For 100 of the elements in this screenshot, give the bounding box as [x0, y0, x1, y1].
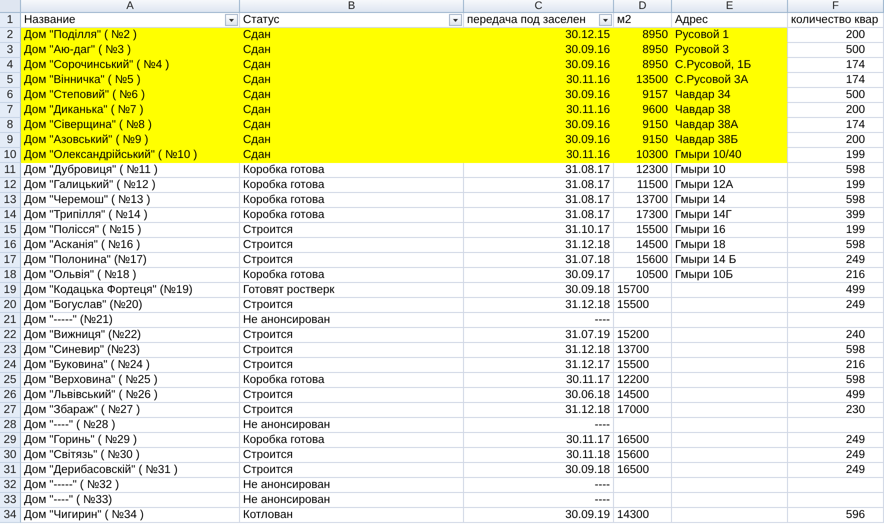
- table-cell: 16500: [617, 433, 649, 447]
- table-cell: Строится: [243, 463, 293, 477]
- table-cell: Дом "Галицький" ( №12 ): [24, 178, 156, 192]
- table-cell: 31.12.18: [565, 343, 610, 357]
- table-cell: Сдан: [243, 148, 271, 162]
- row-number[interactable]: 25: [0, 373, 21, 388]
- table-cell: С.Русовой 3А: [675, 73, 748, 87]
- table-cell: 15600: [617, 448, 649, 462]
- table-cell: 8950: [642, 43, 668, 57]
- row-number[interactable]: 4: [0, 58, 21, 73]
- table-cell: Коробка готова: [243, 193, 324, 207]
- table-cell: Сдан: [243, 28, 271, 42]
- table-cell: 199: [846, 148, 865, 162]
- row-number[interactable]: 34: [0, 508, 21, 523]
- row-number[interactable]: 8: [0, 118, 21, 133]
- row-number[interactable]: 7: [0, 103, 21, 118]
- row-number[interactable]: 29: [0, 433, 21, 448]
- row-number[interactable]: 21: [0, 313, 21, 328]
- table-cell: Дом "Дубровиця" ( №11 ): [24, 163, 158, 177]
- table-cell: Не анонсирован: [243, 493, 330, 507]
- row-number[interactable]: 15: [0, 223, 21, 238]
- row-number[interactable]: 16: [0, 238, 21, 253]
- row-number[interactable]: 28: [0, 418, 21, 433]
- table-cell: 31.07.18: [565, 253, 610, 267]
- table-cell: 500: [846, 43, 865, 57]
- table-cell: Дом "Полісся" ( №15 ): [24, 223, 142, 237]
- table-cell: ----: [594, 478, 610, 492]
- row-number[interactable]: 10: [0, 148, 21, 163]
- table-cell: 200: [846, 133, 865, 147]
- row-number[interactable]: 33: [0, 493, 21, 508]
- row-number[interactable]: 24: [0, 358, 21, 373]
- table-cell: 30.09.16: [565, 58, 610, 72]
- table-cell: Коробка готова: [243, 433, 324, 447]
- table-cell: 598: [846, 373, 865, 387]
- table-cell: Сдан: [243, 88, 271, 102]
- column-header[interactable]: F: [788, 0, 884, 13]
- row-number[interactable]: 26: [0, 388, 21, 403]
- table-cell: Дом "Чигирин" ( №34 ): [24, 508, 144, 522]
- table-cell: Дом "Ольвія" ( №18 ): [24, 268, 136, 282]
- table-cell: Гмыри 14Г: [675, 208, 732, 222]
- table-cell: Строится: [243, 328, 293, 342]
- table-cell: Чавдар 38А: [675, 118, 738, 132]
- row-number[interactable]: 2: [0, 28, 21, 43]
- row-number[interactable]: 30: [0, 448, 21, 463]
- row-number[interactable]: 17: [0, 253, 21, 268]
- row-number[interactable]: 5: [0, 73, 21, 88]
- table-cell: 249: [846, 463, 865, 477]
- table-cell: Коробка готова: [243, 373, 324, 387]
- table-cell: 12300: [636, 163, 668, 177]
- table-cell: 30.11.17: [566, 373, 610, 387]
- column-header[interactable]: A: [21, 0, 240, 13]
- table-cell: 30.09.16: [565, 43, 610, 57]
- row-number[interactable]: 20: [0, 298, 21, 313]
- table-header-text: количество квар: [791, 13, 880, 27]
- table-cell: Строится: [243, 298, 293, 312]
- row-number[interactable]: 12: [0, 178, 21, 193]
- filter-button[interactable]: [449, 14, 462, 26]
- table-cell: Гмыри 12А: [675, 178, 734, 192]
- row-number[interactable]: 11: [0, 163, 21, 178]
- table-cell: 240: [846, 328, 865, 342]
- row-number[interactable]: 27: [0, 403, 21, 418]
- row-number[interactable]: 31: [0, 463, 21, 478]
- row-number[interactable]: 32: [0, 478, 21, 493]
- row-number[interactable]: 6: [0, 88, 21, 103]
- table-cell: Коробка готова: [243, 178, 324, 192]
- row-number[interactable]: 1: [0, 13, 21, 28]
- table-cell: Дом "-----" ( №32 ): [24, 478, 120, 492]
- table-cell: Дом "----" ( №28 ): [24, 418, 116, 432]
- table-cell: 216: [846, 268, 865, 282]
- filter-button[interactable]: [225, 14, 238, 26]
- row-number[interactable]: 19: [0, 283, 21, 298]
- row-number[interactable]: 3: [0, 43, 21, 58]
- row-number[interactable]: 14: [0, 208, 21, 223]
- table-cell: Сдан: [243, 73, 271, 87]
- table-cell: Дом "Синевир" (№23): [24, 343, 140, 357]
- caret-icon: [603, 18, 608, 22]
- row-number[interactable]: 23: [0, 343, 21, 358]
- table-cell: 249: [846, 448, 865, 462]
- table-cell: 216: [846, 358, 865, 372]
- table-cell: Строится: [243, 223, 293, 237]
- filter-button[interactable]: [599, 14, 612, 26]
- column-header[interactable]: B: [240, 0, 464, 13]
- table-cell: 9150: [642, 133, 668, 147]
- table-cell: 30.11.16: [566, 73, 610, 87]
- table-cell: 30.11.18: [566, 448, 610, 462]
- table-cell: 17000: [617, 403, 649, 417]
- table-cell: Не анонсирован: [243, 478, 330, 492]
- column-header[interactable]: C: [464, 0, 614, 13]
- column-header[interactable]: E: [672, 0, 788, 13]
- column-header[interactable]: D: [614, 0, 672, 13]
- table-cell: 230: [846, 403, 865, 417]
- table-cell: 249: [846, 253, 865, 267]
- table-cell: 14300: [617, 508, 649, 522]
- row-number[interactable]: 13: [0, 193, 21, 208]
- row-number[interactable]: 9: [0, 133, 21, 148]
- table-cell: 31.12.18: [565, 238, 610, 252]
- table-cell: Русовой 3: [675, 43, 729, 57]
- row-number[interactable]: 22: [0, 328, 21, 343]
- row-number[interactable]: 18: [0, 268, 21, 283]
- table-cell: 30.09.16: [565, 88, 610, 102]
